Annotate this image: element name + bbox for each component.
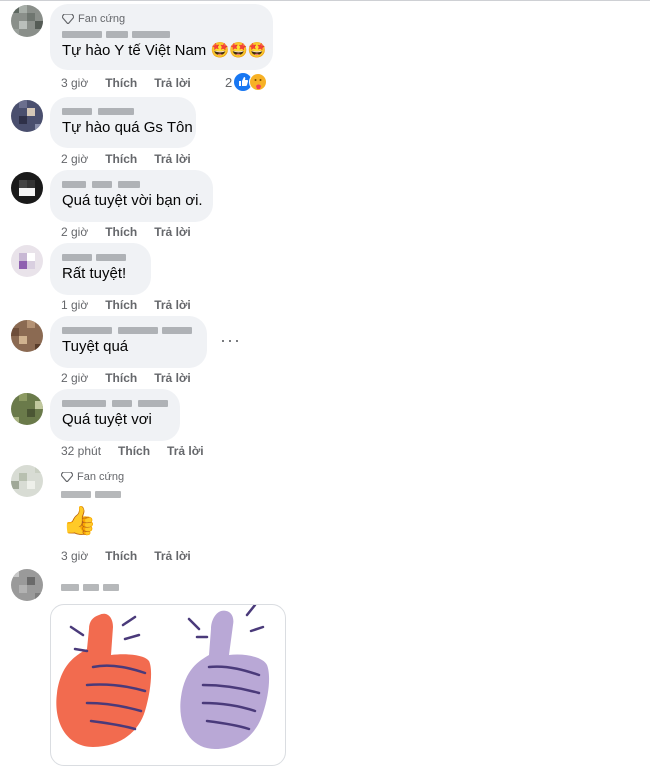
thumbs-up-sticker-image xyxy=(56,605,270,749)
care-reaction-icon xyxy=(249,73,268,91)
comment-actions: 1 giờ Thích Trả lời xyxy=(61,298,208,312)
comment-bubble: Fan cứng Tự hào Y tế Việt Nam 🤩🤩🤩 xyxy=(50,4,273,70)
badge-label: Fan cứng xyxy=(78,13,126,25)
reply-button[interactable]: Trả lời xyxy=(154,76,191,90)
comment-bubble: Quá tuyệt vơi xyxy=(50,389,180,441)
thumbs-up-sticker[interactable] xyxy=(50,604,286,766)
reply-button[interactable]: Trả lời xyxy=(154,152,191,166)
comment-text: Rất tuyệt! xyxy=(62,265,127,282)
fan-badge: Fan cứng xyxy=(62,12,261,26)
comment-bubble: Quá tuyệt vời bạn ơi. xyxy=(50,170,213,222)
reaction-summary[interactable]: 2 xyxy=(225,73,268,91)
top-divider xyxy=(0,0,650,1)
author-name[interactable] xyxy=(62,28,182,41)
like-button[interactable]: Thích xyxy=(105,298,137,312)
avatar[interactable] xyxy=(11,100,43,132)
badge-label: Fan cứng xyxy=(77,471,125,483)
avatar[interactable] xyxy=(11,5,43,37)
comment-bubble: Tự hào quá Gs Tôn xyxy=(50,97,196,148)
timestamp[interactable]: 1 giờ xyxy=(61,298,88,312)
avatar[interactable] xyxy=(11,172,43,204)
author-name[interactable] xyxy=(62,178,142,191)
avatar[interactable] xyxy=(11,393,43,425)
author-name[interactable] xyxy=(62,251,132,264)
more-options-icon[interactable]: ··· xyxy=(220,330,241,351)
timestamp[interactable]: 3 giờ xyxy=(61,549,88,563)
diamond-icon xyxy=(61,472,73,482)
like-button[interactable]: Thích xyxy=(105,225,137,239)
diamond-icon xyxy=(62,14,74,24)
comment-actions: 2 giờ Thích Trả lời xyxy=(61,371,208,385)
comment-bubble: Rất tuyệt! xyxy=(50,243,151,295)
avatar[interactable] xyxy=(11,245,43,277)
like-button[interactable]: Thích xyxy=(118,444,150,458)
reply-button[interactable]: Trả lời xyxy=(167,444,204,458)
like-button[interactable]: Thích xyxy=(105,76,137,90)
comment-text: Tuyệt quá xyxy=(62,338,129,355)
avatar[interactable] xyxy=(11,465,43,497)
avatar[interactable] xyxy=(11,320,43,352)
reply-button[interactable]: Trả lời xyxy=(154,549,191,563)
comment-text: Quá tuyệt vơi xyxy=(62,411,152,428)
comment-actions: 2 giờ Thích Trả lời xyxy=(61,225,208,239)
comment-actions: 3 giờ Thích Trả lời xyxy=(61,76,208,90)
comment-text: Tự hào Y tế Việt Nam 🤩🤩🤩 xyxy=(62,42,267,59)
author-name[interactable] xyxy=(62,105,142,118)
author-name[interactable] xyxy=(62,324,194,337)
avatar[interactable] xyxy=(11,569,43,601)
like-button[interactable]: Thích xyxy=(105,371,137,385)
comment-actions: 2 giờ Thích Trả lời xyxy=(61,152,208,166)
like-button[interactable]: Thích xyxy=(105,152,137,166)
comment-actions: 3 giờ Thích Trả lời xyxy=(61,549,208,563)
star-struck-emoji: 🤩🤩🤩 xyxy=(210,42,267,59)
comment-text: Tự hào quá Gs Tôn xyxy=(62,119,193,136)
timestamp[interactable]: 3 giờ xyxy=(61,76,88,90)
reply-button[interactable]: Trả lời xyxy=(154,371,191,385)
like-button[interactable]: Thích xyxy=(105,549,137,563)
timestamp[interactable]: 2 giờ xyxy=(61,152,88,166)
timestamp[interactable]: 2 giờ xyxy=(61,225,88,239)
author-name[interactable] xyxy=(62,397,172,410)
author-name[interactable] xyxy=(61,581,121,594)
comment-bubble: Tuyệt quá xyxy=(50,316,207,368)
reply-button[interactable]: Trả lời xyxy=(154,225,191,239)
timestamp[interactable]: 2 giờ xyxy=(61,371,88,385)
fan-badge: Fan cứng xyxy=(61,470,124,484)
timestamp[interactable]: 32 phút xyxy=(61,444,101,458)
author-name[interactable] xyxy=(61,488,121,501)
thumbs-up-emoji: 👍 xyxy=(62,505,97,536)
comment-text: Quá tuyệt vời bạn ơi. xyxy=(62,192,203,209)
reply-button[interactable]: Trả lời xyxy=(154,298,191,312)
reaction-count: 2 xyxy=(225,74,233,90)
comment-actions: 32 phút Thích Trả lời xyxy=(61,444,221,458)
